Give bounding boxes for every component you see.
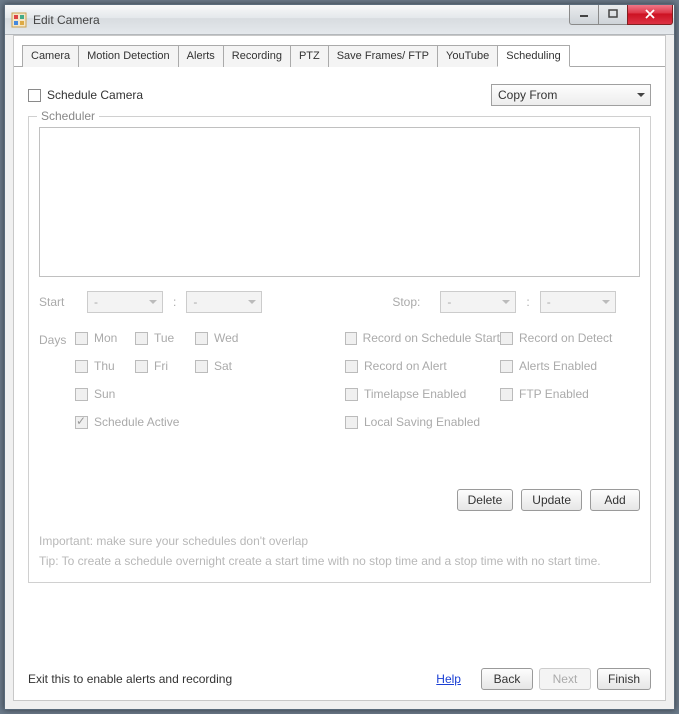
note-important: Important: make sure your schedules don'…	[39, 531, 640, 551]
maximize-button[interactable]	[598, 5, 628, 25]
sun-checkbox[interactable]: Sun	[75, 387, 265, 401]
scheduler-group-label: Scheduler	[37, 109, 99, 123]
tab-scheduling[interactable]: Scheduling	[497, 45, 569, 67]
tab-camera[interactable]: Camera	[22, 45, 79, 67]
checkbox-icon	[75, 360, 88, 373]
checkbox-icon	[500, 388, 513, 401]
checkbox-icon	[195, 360, 208, 373]
tue-checkbox[interactable]: Tue	[135, 331, 195, 345]
window-title: Edit Camera	[33, 13, 100, 27]
start-label: Start	[39, 295, 87, 309]
start-hour-dropdown[interactable]: -	[87, 291, 163, 313]
notes: Important: make sure your schedules don'…	[39, 531, 640, 572]
days-label: Days	[39, 331, 75, 429]
record-on-schedule-start-checkbox[interactable]: Record on Schedule Start	[345, 331, 500, 345]
minimize-button[interactable]	[569, 5, 599, 25]
checkbox-icon	[345, 416, 358, 429]
app-icon	[11, 12, 27, 28]
checkbox-icon	[195, 332, 208, 345]
schedule-list[interactable]	[39, 127, 640, 277]
schedule-camera-checkbox[interactable]: Schedule Camera	[28, 88, 143, 102]
sat-checkbox[interactable]: Sat	[195, 359, 265, 373]
checkbox-icon	[75, 332, 88, 345]
tab-youtube[interactable]: YouTube	[437, 45, 498, 67]
titlebar[interactable]: Edit Camera	[5, 5, 674, 35]
checkbox-icon	[75, 416, 88, 429]
footer-hint: Exit this to enable alerts and recording	[28, 672, 232, 686]
local-saving-enabled-checkbox[interactable]: Local Saving Enabled	[345, 415, 640, 429]
tab-motion-detection[interactable]: Motion Detection	[78, 45, 179, 67]
tab-recording[interactable]: Recording	[223, 45, 291, 67]
stop-label: Stop:	[392, 295, 440, 309]
help-link[interactable]: Help	[436, 672, 461, 686]
finish-button[interactable]: Finish	[597, 668, 651, 690]
ftp-enabled-checkbox[interactable]: FTP Enabled	[500, 387, 640, 401]
copy-from-dropdown[interactable]: Copy From	[491, 84, 651, 106]
schedule-active-checkbox[interactable]: Schedule Active	[75, 415, 265, 429]
client-area: Camera Motion Detection Alerts Recording…	[13, 35, 666, 701]
wed-checkbox[interactable]: Wed	[195, 331, 265, 345]
checkbox-icon	[345, 332, 357, 345]
delete-button[interactable]: Delete	[457, 489, 514, 511]
checkbox-icon	[135, 360, 148, 373]
tab-ptz[interactable]: PTZ	[290, 45, 329, 67]
tab-bar: Camera Motion Detection Alerts Recording…	[14, 36, 665, 67]
checkbox-icon	[345, 388, 358, 401]
tab-content: Schedule Camera Copy From Scheduler Star…	[14, 72, 665, 700]
checkbox-icon	[345, 360, 358, 373]
scheduler-group: Scheduler Start - : - Stop: - : - Days	[28, 116, 651, 583]
copy-from-value: Copy From	[498, 88, 557, 102]
checkbox-icon	[500, 360, 513, 373]
checkbox-icon	[135, 332, 148, 345]
start-colon: :	[163, 295, 186, 309]
back-button[interactable]: Back	[481, 668, 533, 690]
mon-checkbox[interactable]: Mon	[75, 331, 135, 345]
stop-min-dropdown[interactable]: -	[540, 291, 616, 313]
window-frame: Edit Camera Camera Motion Detection Aler…	[4, 4, 675, 710]
checkbox-icon	[28, 89, 41, 102]
start-min-dropdown[interactable]: -	[186, 291, 262, 313]
update-button[interactable]: Update	[521, 489, 582, 511]
checkbox-icon	[75, 388, 88, 401]
next-button[interactable]: Next	[539, 668, 591, 690]
schedule-camera-label: Schedule Camera	[47, 88, 143, 102]
thu-checkbox[interactable]: Thu	[75, 359, 135, 373]
close-button[interactable]	[627, 5, 673, 25]
add-button[interactable]: Add	[590, 489, 640, 511]
checkbox-icon	[500, 332, 513, 345]
tab-alerts[interactable]: Alerts	[178, 45, 224, 67]
tab-save-frames-ftp[interactable]: Save Frames/ FTP	[328, 45, 438, 67]
alerts-enabled-checkbox[interactable]: Alerts Enabled	[500, 359, 640, 373]
stop-colon: :	[516, 295, 539, 309]
record-on-detect-checkbox[interactable]: Record on Detect	[500, 331, 640, 345]
note-tip: Tip: To create a schedule overnight crea…	[39, 551, 640, 571]
stop-hour-dropdown[interactable]: -	[440, 291, 516, 313]
timelapse-enabled-checkbox[interactable]: Timelapse Enabled	[345, 387, 500, 401]
record-on-alert-checkbox[interactable]: Record on Alert	[345, 359, 500, 373]
fri-checkbox[interactable]: Fri	[135, 359, 195, 373]
